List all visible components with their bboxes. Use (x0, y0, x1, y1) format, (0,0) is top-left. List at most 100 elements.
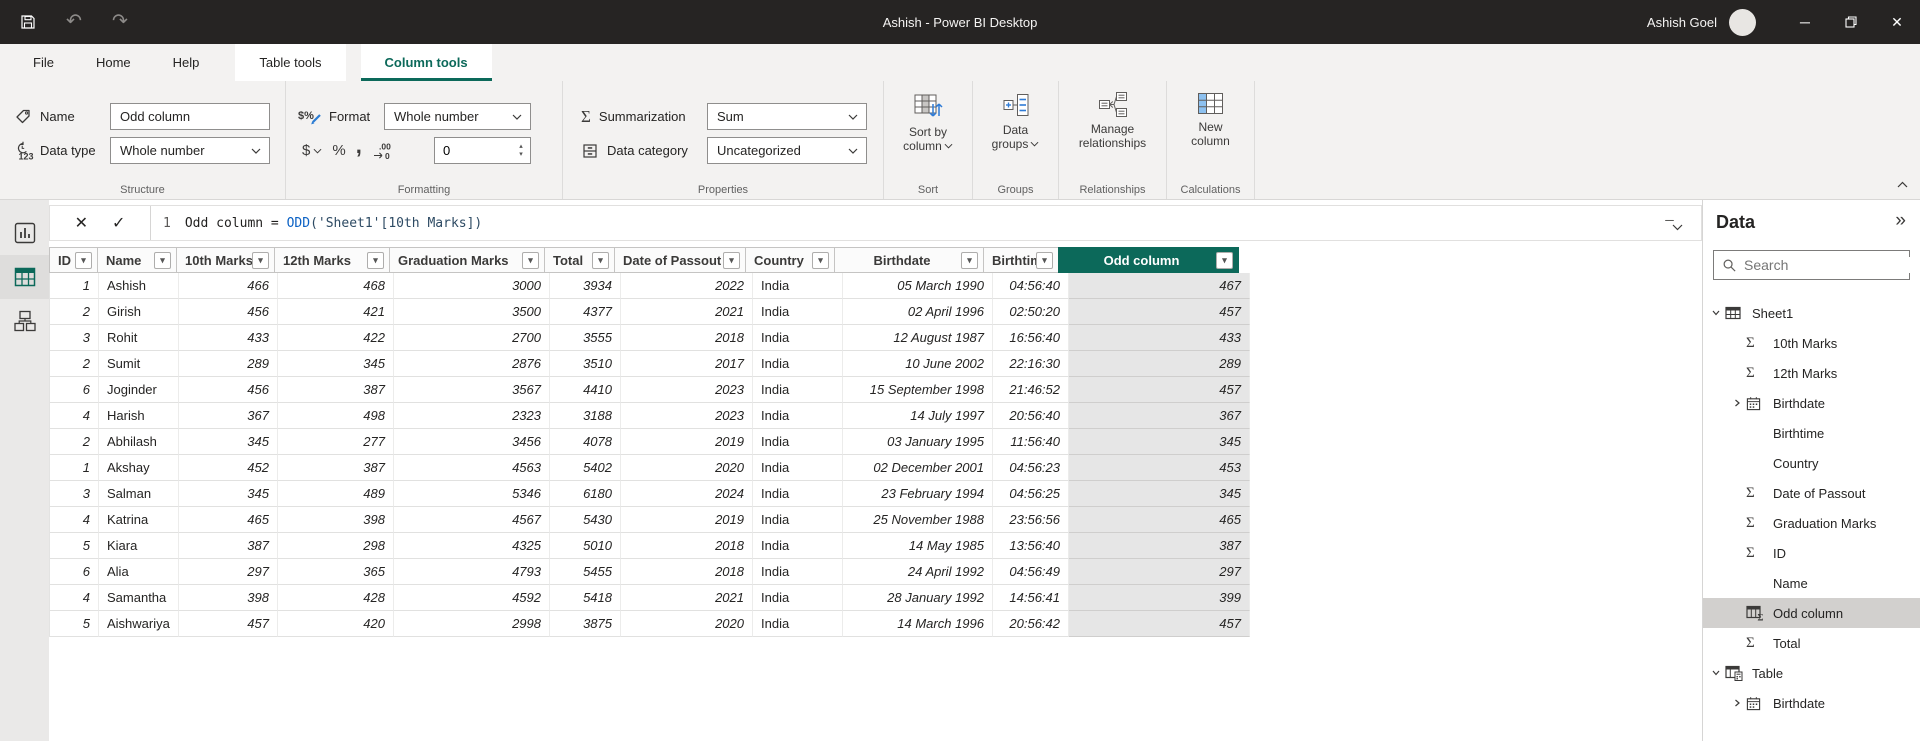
cell-date-of-passout[interactable]: 2018 (621, 559, 753, 585)
cell-birthdate[interactable]: 10 June 2002 (843, 351, 993, 377)
cell-birthtime[interactable]: 13:56:40 (993, 533, 1069, 559)
cell-total[interactable]: 4078 (550, 429, 621, 455)
cell-total[interactable]: 3934 (550, 273, 621, 299)
cell-10th-marks[interactable]: 398 (179, 585, 278, 611)
cell-12th-marks[interactable]: 277 (278, 429, 394, 455)
filter-button[interactable]: ▾ (367, 252, 384, 269)
cell-birthdate[interactable]: 23 February 1994 (843, 481, 993, 507)
cell-country[interactable]: India (753, 299, 843, 325)
cell-graduation-marks[interactable]: 3000 (394, 273, 550, 299)
cell-birthdate[interactable]: 14 May 1985 (843, 533, 993, 559)
cell-odd-column[interactable]: 465 (1069, 507, 1250, 533)
field-item-name[interactable]: Name (1703, 568, 1920, 598)
cell-total[interactable]: 5402 (550, 455, 621, 481)
cell-10th-marks[interactable]: 456 (179, 377, 278, 403)
filter-button[interactable]: ▾ (1036, 252, 1053, 269)
cell-date-of-passout[interactable]: 2023 (621, 377, 753, 403)
field-item-graduation-marks[interactable]: ΣGraduation Marks (1703, 508, 1920, 538)
column-header-odd-column[interactable]: Odd column▾ (1058, 247, 1239, 273)
cell-odd-column[interactable]: 467 (1069, 273, 1250, 299)
cell-country[interactable]: India (753, 559, 843, 585)
cell-odd-column[interactable]: 457 (1069, 611, 1250, 637)
cell-10th-marks[interactable]: 457 (179, 611, 278, 637)
field-item-birthdate[interactable]: Birthdate (1703, 388, 1920, 418)
cell-country[interactable]: India (753, 377, 843, 403)
cell-birthdate[interactable]: 12 August 1987 (843, 325, 993, 351)
cell-id[interactable]: 1 (50, 455, 99, 481)
cell-name[interactable]: Samantha (99, 585, 179, 611)
cell-birthtime[interactable]: 20:56:40 (993, 403, 1069, 429)
cell-total[interactable]: 3188 (550, 403, 621, 429)
table-row[interactable]: 3Rohit433422270035552018India12 August 1… (49, 325, 1250, 351)
cell-country[interactable]: India (753, 403, 843, 429)
undo-icon[interactable]: ↶ (64, 12, 84, 32)
cell-date-of-passout[interactable]: 2023 (621, 403, 753, 429)
table-row[interactable]: 2Abhilash345277345640782019India03 Janua… (49, 429, 1250, 455)
cell-country[interactable]: India (753, 455, 843, 481)
column-header-10th-marks[interactable]: 10th Marks▾ (176, 247, 275, 273)
field-item-10th-marks[interactable]: Σ10th Marks (1703, 328, 1920, 358)
filter-button[interactable]: ▾ (75, 252, 92, 269)
cell-graduation-marks[interactable]: 2323 (394, 403, 550, 429)
cell-name[interactable]: Kiara (99, 533, 179, 559)
formula-bar[interactable]: ✕ ✓ 1Odd column = ODD('Sheet1'[10th Mark… (49, 205, 1702, 241)
filter-button[interactable]: ▾ (522, 252, 539, 269)
cell-name[interactable]: Ashish (99, 273, 179, 299)
cell-birthtime[interactable]: 04:56:40 (993, 273, 1069, 299)
cell-total[interactable]: 3555 (550, 325, 621, 351)
cell-date-of-passout[interactable]: 2024 (621, 481, 753, 507)
close-button[interactable]: ✕ (1874, 0, 1920, 44)
field-item-country[interactable]: Country (1703, 448, 1920, 478)
table-row[interactable]: 4Samantha398428459254182021India28 Janua… (49, 585, 1250, 611)
field-item-12th-marks[interactable]: Σ12th Marks (1703, 358, 1920, 388)
cell-date-of-passout[interactable]: 2020 (621, 455, 753, 481)
column-header-name[interactable]: Name▾ (97, 247, 177, 273)
field-item-total[interactable]: ΣTotal (1703, 628, 1920, 658)
dax-expression[interactable]: 1Odd column = ODD('Sheet1'[10th Marks]) (151, 216, 482, 231)
cell-odd-column[interactable]: 297 (1069, 559, 1250, 585)
cell-name[interactable]: Rohit (99, 325, 179, 351)
field-item-birthdate[interactable]: Birthdate (1703, 688, 1920, 718)
cell-id[interactable]: 3 (50, 481, 99, 507)
table-row[interactable]: 2Girish456421350043772021India02 April 1… (49, 299, 1250, 325)
data-groups-button[interactable]: Data groups (973, 91, 1058, 151)
cell-12th-marks[interactable]: 345 (278, 351, 394, 377)
column-header-date-of-passout[interactable]: Date of Passout▾ (614, 247, 746, 273)
column-header-12th-marks[interactable]: 12th Marks▾ (274, 247, 390, 273)
expand-icon[interactable] (1728, 698, 1746, 708)
cell-10th-marks[interactable]: 466 (179, 273, 278, 299)
stepper-down-icon[interactable]: ▾ (519, 151, 523, 159)
cell-graduation-marks[interactable]: 4567 (394, 507, 550, 533)
cell-name[interactable]: Akshay (99, 455, 179, 481)
field-item-birthtime[interactable]: Birthtime (1703, 418, 1920, 448)
filter-button[interactable]: ▾ (592, 252, 609, 269)
cell-date-of-passout[interactable]: 2018 (621, 325, 753, 351)
cell-id[interactable]: 6 (50, 559, 99, 585)
cell-graduation-marks[interactable]: 3567 (394, 377, 550, 403)
cell-name[interactable]: Girish (99, 299, 179, 325)
cell-name[interactable]: Joginder (99, 377, 179, 403)
filter-button[interactable]: ▾ (1216, 252, 1233, 269)
decimal-places-stepper[interactable]: ▴▾ (434, 137, 531, 164)
table-row[interactable]: 5Aishwariya457420299838752020India14 Mar… (49, 611, 1250, 637)
cell-country[interactable]: India (753, 507, 843, 533)
tab-column-tools[interactable]: Column tools (361, 44, 492, 81)
cell-date-of-passout[interactable]: 2019 (621, 429, 753, 455)
cell-12th-marks[interactable]: 498 (278, 403, 394, 429)
save-icon[interactable] (18, 12, 38, 32)
column-header-total[interactable]: Total▾ (544, 247, 615, 273)
table-row[interactable]: 4Harish367498232331882023India14 July 19… (49, 403, 1250, 429)
cell-birthtime[interactable]: 14:56:41 (993, 585, 1069, 611)
cell-graduation-marks[interactable]: 3500 (394, 299, 550, 325)
cell-id[interactable]: 2 (50, 351, 99, 377)
table-row[interactable]: 6Alia297365479354552018India24 April 199… (49, 559, 1250, 585)
cell-date-of-passout[interactable]: 2020 (621, 611, 753, 637)
filter-button[interactable]: ▾ (961, 252, 978, 269)
sort-by-column-button[interactable]: Sort by column (884, 91, 972, 153)
cell-odd-column[interactable]: 345 (1069, 481, 1250, 507)
data-category-dropdown[interactable]: Uncategorized (707, 137, 867, 164)
cell-12th-marks[interactable]: 422 (278, 325, 394, 351)
cell-country[interactable]: India (753, 273, 843, 299)
cell-graduation-marks[interactable]: 2998 (394, 611, 550, 637)
cell-10th-marks[interactable]: 433 (179, 325, 278, 351)
